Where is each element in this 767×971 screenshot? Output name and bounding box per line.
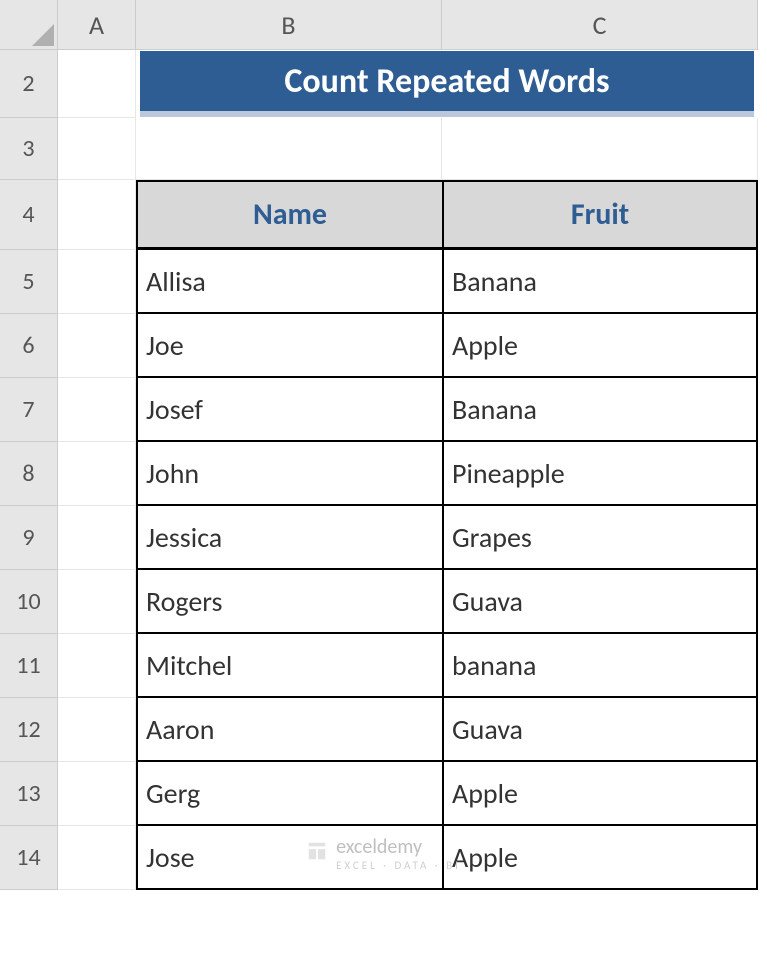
cell-a3[interactable] — [58, 118, 136, 180]
column-header-b[interactable]: B — [136, 0, 442, 50]
table-row[interactable]: John — [136, 442, 442, 506]
cell-a2[interactable] — [58, 50, 136, 118]
table-row[interactable]: Mitchel — [136, 634, 442, 698]
cell-a11[interactable] — [58, 634, 136, 698]
title-cell[interactable]: Count Repeated Words — [136, 50, 758, 118]
row-header-4[interactable]: 4 — [0, 180, 58, 250]
cell-a6[interactable] — [58, 314, 136, 378]
cell-a5[interactable] — [58, 250, 136, 314]
table-row[interactable]: Apple — [442, 762, 758, 826]
row-header-13[interactable]: 13 — [0, 762, 58, 826]
table-row[interactable]: Guava — [442, 698, 758, 762]
row-header-9[interactable]: 9 — [0, 506, 58, 570]
cell-a9[interactable] — [58, 506, 136, 570]
row-header-3[interactable]: 3 — [0, 118, 58, 180]
table-row[interactable]: banana — [442, 634, 758, 698]
cell-a14[interactable] — [58, 826, 136, 890]
cell-a7[interactable] — [58, 378, 136, 442]
cell-a10[interactable] — [58, 570, 136, 634]
table-row[interactable]: Rogers — [136, 570, 442, 634]
table-header-name[interactable]: Name — [136, 180, 442, 250]
table-row[interactable]: Guava — [442, 570, 758, 634]
table-row[interactable]: Joe — [136, 314, 442, 378]
table-row[interactable]: Apple — [442, 826, 758, 890]
table-row[interactable]: Banana — [442, 250, 758, 314]
column-header-a[interactable]: A — [58, 0, 136, 50]
table-header-fruit[interactable]: Fruit — [442, 180, 758, 250]
row-header-7[interactable]: 7 — [0, 378, 58, 442]
table-row[interactable]: Apple — [442, 314, 758, 378]
cell-b3[interactable] — [136, 118, 442, 180]
cell-c3[interactable] — [442, 118, 758, 180]
table-row[interactable]: Allisa — [136, 250, 442, 314]
table-row[interactable]: Gerg — [136, 762, 442, 826]
table-row[interactable]: Banana — [442, 378, 758, 442]
row-header-11[interactable]: 11 — [0, 634, 58, 698]
row-header-5[interactable]: 5 — [0, 250, 58, 314]
select-all-corner[interactable] — [0, 0, 58, 50]
page-title: Count Repeated Words — [140, 51, 754, 117]
cell-a8[interactable] — [58, 442, 136, 506]
row-header-12[interactable]: 12 — [0, 698, 58, 762]
cell-a12[interactable] — [58, 698, 136, 762]
spreadsheet: A B C 2 Count Repeated Words 3 4 Name Fr… — [0, 0, 767, 890]
table-row[interactable]: Grapes — [442, 506, 758, 570]
row-header-8[interactable]: 8 — [0, 442, 58, 506]
table-row[interactable]: Josef — [136, 378, 442, 442]
table-row[interactable]: Jose — [136, 826, 442, 890]
row-header-14[interactable]: 14 — [0, 826, 58, 890]
row-header-6[interactable]: 6 — [0, 314, 58, 378]
table-row[interactable]: Aaron — [136, 698, 442, 762]
table-row[interactable]: Jessica — [136, 506, 442, 570]
column-header-c[interactable]: C — [442, 0, 758, 50]
cell-a13[interactable] — [58, 762, 136, 826]
cell-a4[interactable] — [58, 180, 136, 250]
row-header-10[interactable]: 10 — [0, 570, 58, 634]
table-row[interactable]: Pineapple — [442, 442, 758, 506]
row-header-2[interactable]: 2 — [0, 50, 58, 118]
